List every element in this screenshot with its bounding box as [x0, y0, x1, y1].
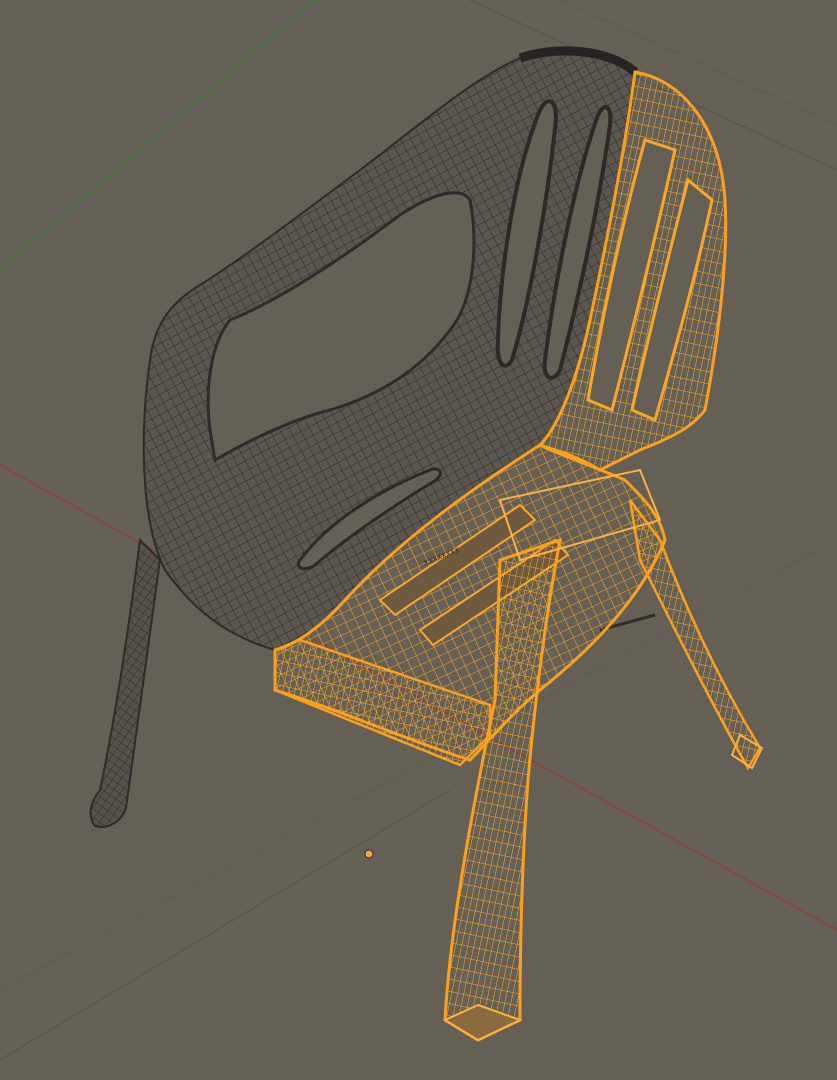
- object-origin-marker[interactable]: [364, 849, 374, 859]
- 3d-viewport[interactable]: XXXXXXXX: [0, 0, 837, 1080]
- viewport-canvas[interactable]: [0, 0, 837, 1080]
- y-axis-line: [0, 0, 316, 271]
